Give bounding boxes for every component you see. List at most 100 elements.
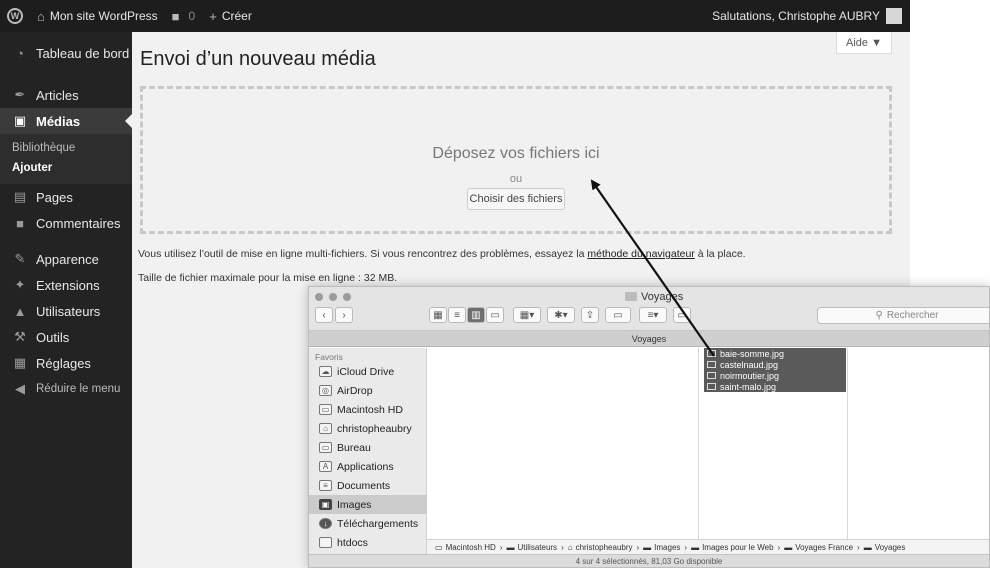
path-separator: › (684, 542, 688, 552)
favorite-label: Images (337, 498, 372, 511)
tag-button[interactable]: ▭ (605, 307, 631, 323)
close-window-button[interactable] (315, 293, 323, 301)
menu-label: Outils (36, 329, 70, 345)
menu-tools[interactable]: ⚒ Outils (0, 324, 132, 350)
finder-window[interactable]: Voyages ‹ › ▦ ≡ ▥ ▭ ▦▾ ✱▾ ⇪ ▭ ≡▾ ▭ ⚲ Rec… (308, 286, 990, 568)
file-item[interactable]: saint-malo.jpg (704, 381, 846, 392)
path-segment[interactable]: Utilisateurs (517, 543, 557, 552)
documents-icon: ≡ (319, 480, 332, 491)
path-segment[interactable]: Voyages (875, 543, 906, 552)
menu-appearance[interactable]: ✎ Apparence (0, 246, 132, 272)
favorite-label: AirDrop (337, 384, 373, 397)
favorite-images[interactable]: ▣ Images (309, 495, 427, 514)
gallery-view-button[interactable]: ▭ (486, 307, 504, 323)
comment-icon: ■ (16, 215, 24, 231)
menu-pages[interactable]: ▤ Pages (0, 184, 132, 210)
search-icon: ⚲ (875, 310, 883, 321)
share-button[interactable]: ⇪ (581, 307, 599, 323)
favorite-htdocs[interactable]: htdocs (309, 533, 427, 552)
folder-icon: ▬ (784, 542, 793, 552)
path-separator: › (777, 542, 781, 552)
forward-button[interactable]: › (335, 307, 353, 323)
favorite-documents[interactable]: ≡ Documents (309, 476, 427, 495)
finder-column-files[interactable]: baie-somme.jpg castelnaud.jpg noirmoutie… (700, 348, 848, 554)
downloads-icon: ↓ (319, 518, 332, 529)
new-content-link[interactable]: + Créer (202, 0, 259, 32)
favorite-bureau[interactable]: ▭ Bureau (309, 438, 427, 457)
favorites-header: Favoris (315, 352, 343, 362)
path-segment[interactable]: Macintosh HD (446, 543, 496, 552)
browser-uploader-link[interactable]: méthode du navigateur (587, 248, 694, 260)
icon-view-button[interactable]: ▦ (429, 307, 447, 323)
home-icon: ⌂ (567, 542, 573, 552)
wordpress-logo[interactable]: W (0, 0, 30, 32)
menu-label: Commentaires (36, 215, 121, 231)
choose-files-button[interactable]: Choisir des fichiers (467, 188, 565, 210)
menu-medias[interactable]: ▣ Médias (0, 108, 132, 134)
wrench-icon: ⚒ (14, 329, 26, 344)
status-bar: 4 sur 4 sélectionnés, 81,03 Go disponibl… (309, 554, 989, 567)
wordpress-icon: W (7, 8, 23, 24)
dashboard-icon: ◔ (16, 45, 24, 61)
comments-link[interactable]: ■ 0 (165, 0, 203, 32)
favorite-label: htdocs (337, 536, 368, 549)
note-suffix: à la place. (694, 248, 746, 260)
column-view-button[interactable]: ▥ (467, 307, 485, 323)
menu-label: Tableau de bord (36, 45, 130, 61)
menu-articles[interactable]: ✒ Articles (0, 82, 132, 108)
zoom-window-button[interactable] (343, 293, 351, 301)
media-icon: ▣ (13, 113, 27, 128)
favorite-label: iCloud Drive (337, 365, 395, 378)
favorite-home[interactable]: ⌂ christopheaubry (309, 419, 427, 438)
path-segment[interactable]: Voyages France (795, 543, 853, 552)
path-segment[interactable]: Images (654, 543, 680, 552)
site-name-link[interactable]: ⌂ Mon site WordPress (30, 0, 165, 32)
folder-icon (625, 292, 637, 301)
menu-label: Médias (36, 113, 81, 129)
back-button[interactable]: ‹ (315, 307, 333, 323)
admin-sidebar: ◔ Tableau de bord ✒ Articles ▣ Médias Bibli… (0, 32, 132, 568)
favorite-applications[interactable]: A Applications (309, 457, 427, 476)
menu-label: Articles (36, 87, 79, 103)
page-title: Envoi d’un nouveau média (140, 48, 376, 70)
path-segment[interactable]: christopheaubry (576, 543, 633, 552)
collapse-menu-button[interactable]: ◀ Réduire le menu (0, 376, 132, 402)
help-tab[interactable]: Aide ▼ (836, 32, 892, 54)
favorite-airdrop[interactable]: ◎ AirDrop (309, 381, 427, 400)
file-name: baie-somme.jpg (720, 348, 785, 359)
new-label: Créer (221, 9, 252, 23)
arrange-menu-button[interactable]: ≡▾ (639, 307, 667, 323)
drop-zone[interactable]: Déposez vos fichiers ici ou Choisir des … (140, 86, 892, 234)
group-menu-button[interactable]: ▦▾ (513, 307, 541, 323)
folder-icon (319, 537, 332, 548)
favorite-icloud-drive[interactable]: ☁ iCloud Drive (309, 362, 427, 381)
path-segment[interactable]: Images pour le Web (702, 543, 773, 552)
menu-settings[interactable]: ▦ Réglages (0, 350, 132, 376)
menu-extensions[interactable]: ✦ Extensions (0, 272, 132, 298)
file-item[interactable]: noirmoutier.jpg (704, 370, 846, 381)
finder-column-empty[interactable] (427, 348, 699, 554)
home-icon: ⌂ (319, 423, 332, 434)
menu-label: Utilisateurs (36, 303, 101, 319)
menu-dashboard[interactable]: ◔ Tableau de bord (0, 40, 132, 66)
action-menu-button[interactable]: ✱▾ (547, 307, 575, 323)
favorite-macintosh-hd[interactable]: ▭ Macintosh HD (309, 400, 427, 419)
folder-icon: ▬ (691, 542, 700, 552)
preview-button[interactable]: ▭ (673, 307, 691, 323)
file-item[interactable]: baie-somme.jpg (704, 348, 846, 359)
comment-icon: ■ (171, 8, 180, 24)
desktop-icon: ▭ (319, 442, 332, 453)
menu-users[interactable]: ▲ Utilisateurs (0, 298, 132, 324)
finder-titlebar[interactable]: Voyages ‹ › ▦ ≡ ▥ ▭ ▦▾ ✱▾ ⇪ ▭ ≡▾ ▭ ⚲ Rec… (309, 287, 989, 331)
submenu-library[interactable]: Bibliothèque (0, 138, 132, 158)
submenu-add[interactable]: Ajouter (0, 158, 132, 178)
menu-comments[interactable]: ■ Commentaires (0, 210, 132, 236)
finder-tab[interactable]: Voyages (309, 331, 989, 347)
favorite-downloads[interactable]: ↓ Téléchargements (309, 514, 427, 533)
finder-search-field[interactable]: ⚲ Rechercher (817, 307, 989, 324)
minimize-window-button[interactable] (329, 293, 337, 301)
account-menu[interactable]: Salutations, Christophe AUBRY (705, 0, 910, 32)
list-view-button[interactable]: ≡ (448, 307, 466, 323)
file-item[interactable]: castelnaud.jpg (704, 359, 846, 370)
collapse-label: Réduire le menu (36, 383, 121, 395)
